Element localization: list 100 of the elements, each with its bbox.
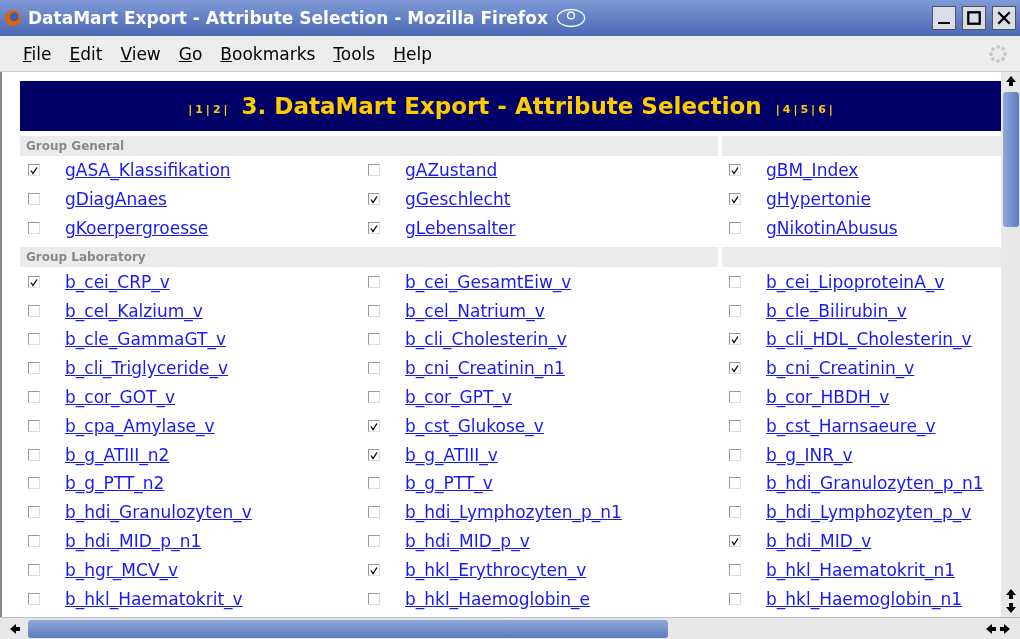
attribute-link[interactable]: b_hdi_Granulozyten_p_n1	[766, 473, 984, 494]
checkbox[interactable]	[28, 506, 40, 519]
attribute-link[interactable]: b_hdi_Lymphozyten_p_n1	[405, 502, 622, 523]
menu-item[interactable]: Tools	[324, 39, 385, 68]
page-link[interactable]: 1	[195, 102, 203, 116]
checkbox[interactable]	[729, 304, 741, 317]
checkbox[interactable]	[729, 275, 741, 288]
attribute-link[interactable]: b_g_PTT_v	[405, 473, 493, 494]
checkbox[interactable]	[729, 164, 741, 177]
attribute-link[interactable]: gBM_Index	[766, 160, 859, 181]
attribute-link[interactable]: b_cei_LipoproteinA_v	[766, 271, 945, 292]
checkbox[interactable]	[28, 222, 40, 234]
checkbox[interactable]	[28, 390, 40, 403]
attribute-link[interactable]: b_cle_GammaGT_v	[65, 329, 226, 350]
checkbox[interactable]	[368, 390, 380, 403]
attribute-link[interactable]: b_cli_Triglyceride_v	[65, 358, 229, 379]
checkbox[interactable]	[368, 164, 380, 177]
attribute-link[interactable]: b_cni_Creatinin_n1	[405, 358, 565, 379]
checkbox[interactable]	[28, 563, 40, 576]
checkbox[interactable]	[368, 304, 380, 317]
attribute-link[interactable]: b_cni_Creatinin_v	[766, 358, 915, 379]
checkbox[interactable]	[729, 419, 741, 432]
checkbox[interactable]	[368, 506, 380, 519]
attribute-link[interactable]: gGeschlecht	[405, 189, 511, 210]
attribute-link[interactable]: gNikotinAbusus	[766, 218, 898, 238]
checkbox[interactable]	[28, 362, 40, 375]
menu-item[interactable]: Edit	[60, 39, 112, 68]
attribute-link[interactable]: b_cel_Kalzium_v	[65, 300, 203, 321]
checkbox[interactable]	[28, 333, 40, 346]
checkbox[interactable]	[729, 592, 741, 605]
attribute-link[interactable]: b_hdi_Lymphozyten_p_v	[766, 502, 972, 523]
checkbox[interactable]	[28, 448, 40, 461]
attribute-link[interactable]: b_g_ATIII_n2	[65, 444, 170, 465]
attribute-link[interactable]: gHypertonie	[766, 189, 871, 210]
attribute-link[interactable]: gLebensalter	[405, 218, 516, 238]
scroll-right-icon[interactable]	[998, 621, 1012, 636]
scroll-up-icon[interactable]	[1003, 587, 1018, 601]
attribute-link[interactable]: b_hkl_Haemoglobin_e	[405, 588, 590, 609]
attribute-link[interactable]: b_cst_Glukose_v	[405, 415, 544, 436]
attribute-link[interactable]: b_cei_CRP_v	[65, 271, 170, 292]
menu-item[interactable]: Go	[169, 39, 212, 68]
checkbox[interactable]	[28, 164, 40, 177]
attribute-link[interactable]: b_g_INR_v	[766, 444, 853, 465]
attribute-link[interactable]: b_hdi_MID_p_n1	[65, 530, 202, 551]
checkbox[interactable]	[729, 563, 741, 576]
page-link[interactable]: 5	[800, 102, 809, 116]
attribute-link[interactable]: b_hdi_MID_v	[766, 530, 872, 551]
page-link[interactable]: 2	[212, 102, 221, 116]
checkbox[interactable]	[28, 419, 40, 432]
close-button[interactable]	[992, 6, 1016, 30]
attribute-link[interactable]: b_cli_Cholesterin_v	[405, 329, 567, 350]
checkbox[interactable]	[729, 506, 741, 519]
checkbox[interactable]	[368, 477, 380, 490]
scroll-up-icon[interactable]	[1003, 74, 1018, 88]
vertical-scrollbar[interactable]	[1001, 72, 1020, 617]
attribute-link[interactable]: b_hkl_Haematokrit_n1	[766, 559, 956, 580]
attribute-link[interactable]: b_hkl_Haemoglobin_n1	[766, 588, 963, 609]
attribute-link[interactable]: b_cle_Bilirubin_v	[766, 300, 907, 321]
scroll-left-icon[interactable]	[8, 621, 22, 636]
menu-item[interactable]: Bookmarks	[211, 39, 325, 68]
checkbox[interactable]	[368, 275, 380, 288]
checkbox[interactable]	[28, 275, 40, 288]
maximize-button[interactable]	[962, 6, 986, 30]
attribute-link[interactable]: b_cpa_Amylase_v	[65, 415, 215, 436]
checkbox[interactable]	[28, 193, 40, 206]
checkbox[interactable]	[368, 534, 380, 547]
attribute-link[interactable]: b_cor_GOT_v	[65, 386, 176, 407]
attribute-link[interactable]: gASA_Klassifikation	[65, 160, 231, 181]
checkbox[interactable]	[368, 592, 380, 605]
attribute-link[interactable]: b_hkl_Erythrocyten_v	[405, 559, 587, 580]
scroll-left-icon[interactable]	[984, 621, 998, 636]
checkbox[interactable]	[729, 448, 741, 461]
attribute-link[interactable]: gKoerpergroesse	[65, 218, 209, 238]
minimize-button[interactable]	[932, 6, 956, 30]
checkbox[interactable]	[368, 362, 380, 375]
attribute-link[interactable]: b_cor_GPT_v	[405, 386, 512, 407]
attribute-link[interactable]: gDiagAnaes	[65, 189, 167, 210]
checkbox[interactable]	[368, 563, 380, 576]
scroll-thumb[interactable]	[1002, 92, 1019, 227]
attribute-link[interactable]: gAZustand	[405, 160, 498, 181]
checkbox[interactable]	[729, 477, 741, 490]
menu-item[interactable]: Help	[384, 39, 441, 68]
menu-item[interactable]: File	[14, 39, 61, 68]
attribute-link[interactable]: b_g_PTT_n2	[65, 473, 165, 494]
checkbox[interactable]	[729, 222, 741, 234]
attribute-link[interactable]: b_hdi_Granulozyten_v	[65, 502, 252, 523]
attribute-link[interactable]: b_hkl_Haematokrit_v	[65, 588, 243, 609]
page-link[interactable]: 6	[818, 102, 826, 116]
attribute-link[interactable]: b_cst_Harnsaeure_v	[766, 415, 936, 436]
scroll-thumb[interactable]	[28, 619, 668, 638]
attribute-link[interactable]: b_cli_HDL_Cholesterin_v	[766, 329, 972, 350]
checkbox[interactable]	[368, 193, 380, 206]
attribute-link[interactable]: b_g_ATIII_v	[405, 444, 498, 465]
attribute-link[interactable]: b_hdi_MID_p_v	[405, 530, 530, 551]
checkbox[interactable]	[729, 390, 741, 403]
page-link[interactable]: 4	[782, 102, 791, 116]
checkbox[interactable]	[28, 304, 40, 317]
checkbox[interactable]	[729, 333, 741, 346]
attribute-link[interactable]: b_cel_Natrium_v	[405, 300, 545, 321]
checkbox[interactable]	[28, 592, 40, 605]
